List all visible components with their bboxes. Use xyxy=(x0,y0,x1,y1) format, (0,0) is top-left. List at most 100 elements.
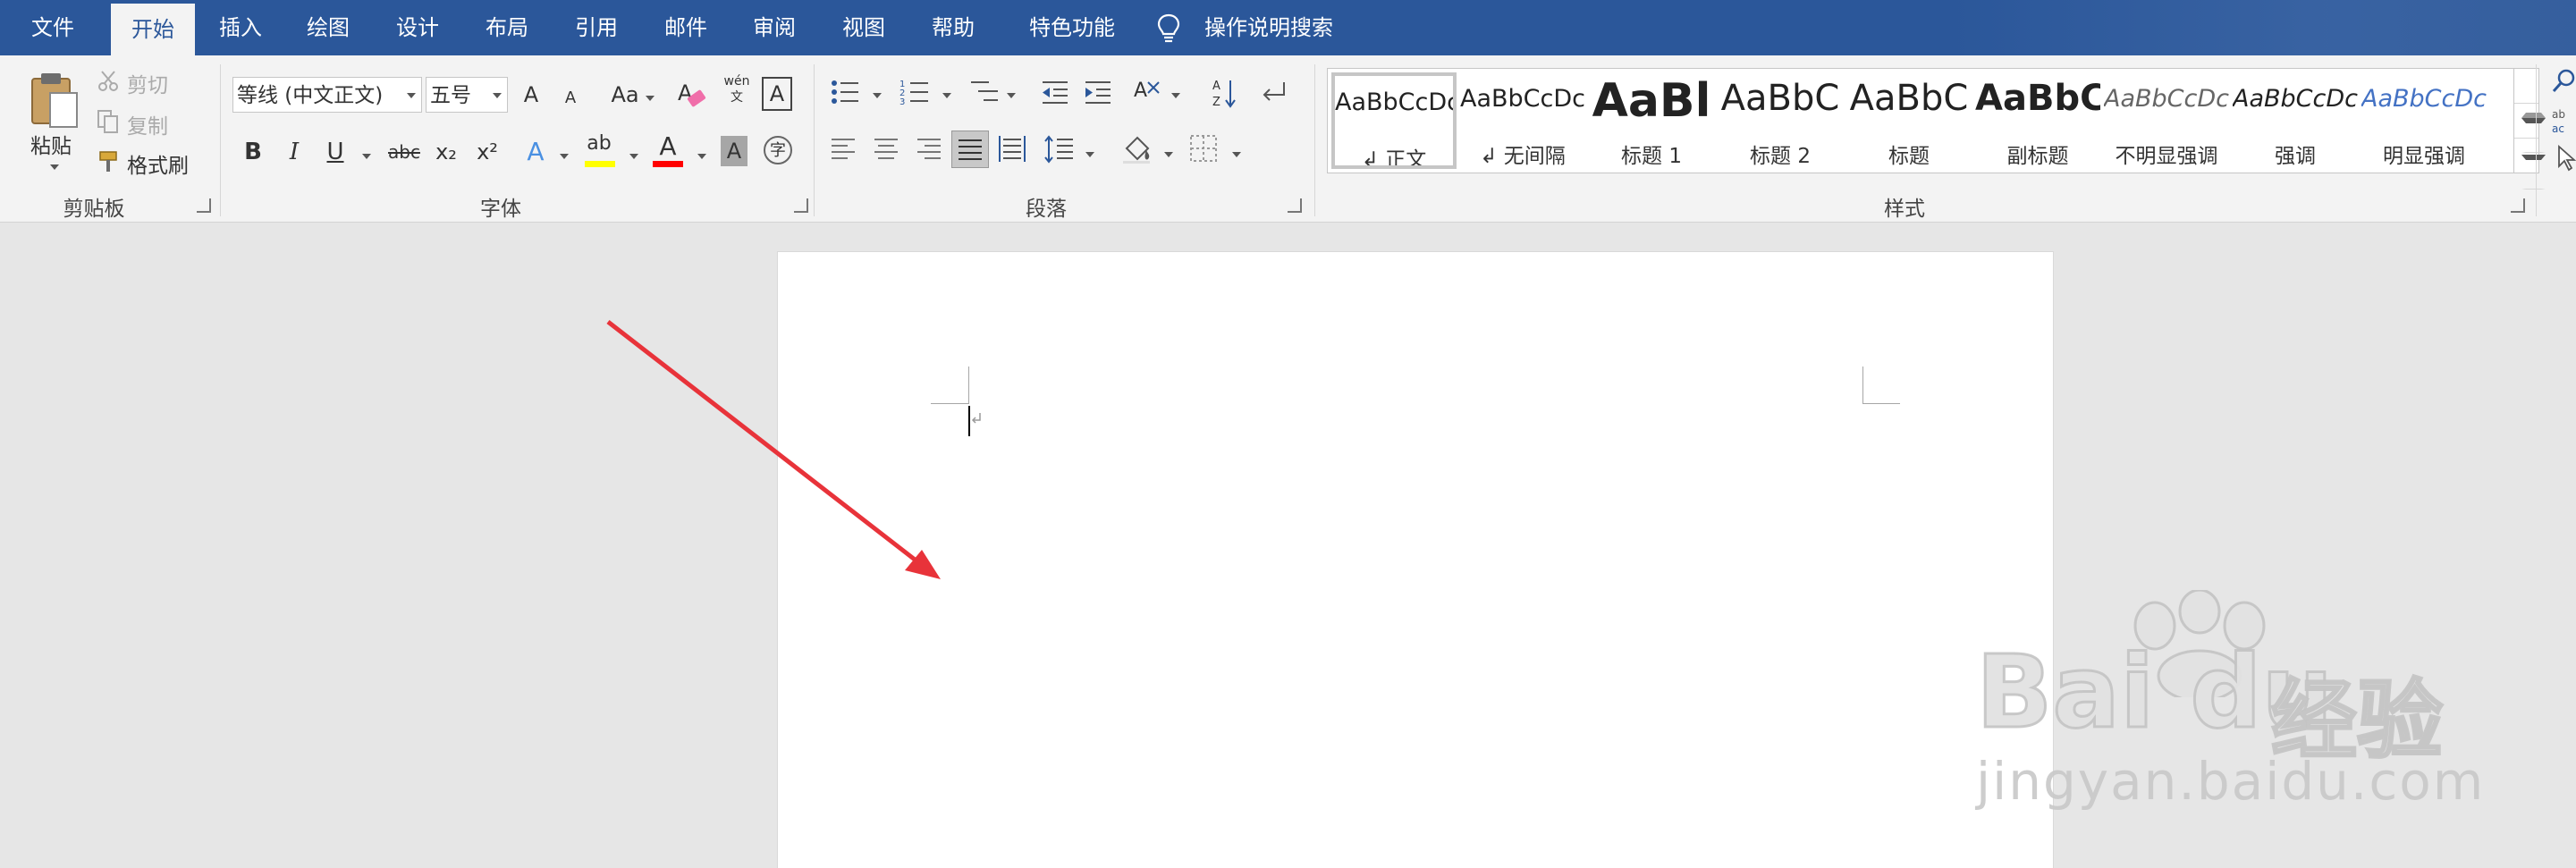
tab-insert[interactable]: 插入 xyxy=(202,0,279,55)
multilevel-list-icon[interactable] xyxy=(969,77,1000,107)
increase-indent-icon[interactable] xyxy=(1084,79,1112,105)
chevron-down-icon[interactable] xyxy=(697,154,706,159)
show-paragraph-marks-icon[interactable] xyxy=(1257,79,1288,105)
bold-button[interactable]: B xyxy=(240,134,266,170)
character-shading-button[interactable]: A xyxy=(721,136,747,166)
decrease-indent-icon[interactable] xyxy=(1041,79,1069,105)
change-case-button[interactable]: Aa xyxy=(604,77,646,113)
sort-icon[interactable]: A Z xyxy=(1211,77,1237,109)
style-intense-emphasis[interactable]: AaBbCcDc 明显强调 xyxy=(2361,72,2487,169)
font-size-select[interactable]: 五号 xyxy=(426,77,508,113)
find-icon[interactable] xyxy=(2550,68,2576,95)
chinese-layout-icon[interactable]: A xyxy=(1132,77,1164,107)
tab-help[interactable]: 帮助 xyxy=(915,0,992,55)
chevron-down-icon[interactable] xyxy=(942,93,951,98)
tab-file[interactable]: 文件 xyxy=(13,0,93,55)
menu-bar: 文件 开始 插入 绘图 设计 布局 引用 邮件 审阅 视图 帮助 特色功能 操作… xyxy=(0,0,2576,55)
align-left-icon[interactable] xyxy=(830,136,857,163)
gallery-scroll-up[interactable] xyxy=(2514,69,2546,118)
style-subtitle[interactable]: AaBbC 副标题 xyxy=(1975,72,2100,169)
distributed-icon[interactable] xyxy=(998,134,1026,164)
tab-view[interactable]: 视图 xyxy=(825,0,902,55)
style-emphasis[interactable]: AaBbCcDc 强调 xyxy=(2233,72,2358,169)
phonetic-guide-button[interactable]: wén 文 xyxy=(721,73,753,109)
style-preview: AaBbC xyxy=(1720,78,1840,119)
subscript-button[interactable]: x₂ xyxy=(431,134,461,170)
copy-button[interactable]: 复制 xyxy=(127,109,168,139)
tell-me-search[interactable]: 操作说明搜索 xyxy=(1156,0,1333,55)
align-right-icon[interactable] xyxy=(916,136,942,163)
tab-home[interactable]: 开始 xyxy=(111,4,195,55)
chevron-down-icon[interactable] xyxy=(362,154,371,159)
margin-mark xyxy=(1862,367,1863,404)
shrink-font-button[interactable]: A xyxy=(558,80,583,116)
chevron-down-icon[interactable] xyxy=(873,93,882,98)
tab-design[interactable]: 设计 xyxy=(379,0,456,55)
line-spacing-icon[interactable] xyxy=(1044,134,1075,164)
chevron-down-icon[interactable] xyxy=(1007,93,1016,98)
align-center-icon[interactable] xyxy=(873,136,899,163)
tab-mailings[interactable]: 邮件 xyxy=(647,0,724,55)
select-icon[interactable] xyxy=(2555,145,2576,172)
style-title[interactable]: AaBbC 标题 xyxy=(1846,72,1972,169)
style-preview: AaBbCcDc xyxy=(1335,88,1453,116)
margin-mark xyxy=(1862,403,1900,404)
style-normal[interactable]: AaBbCcDc ↲ 正文 xyxy=(1331,72,1457,169)
svg-text:ac: ac xyxy=(2552,122,2564,134)
paragraph-launcher-icon[interactable] xyxy=(1288,198,1302,213)
margin-mark xyxy=(968,367,969,404)
text-effects-button[interactable]: A xyxy=(522,134,549,170)
gallery-more[interactable] xyxy=(2514,139,2546,190)
chevron-down-icon[interactable] xyxy=(1232,152,1241,157)
underline-button[interactable]: U xyxy=(322,134,349,170)
style-no-spacing[interactable]: AaBbCcDc ↲ 无间隔 xyxy=(1460,72,1585,169)
tab-review[interactable]: 审阅 xyxy=(736,0,813,55)
paragraph-group-label: 段落 xyxy=(1026,198,1067,221)
enclose-characters-button[interactable]: 字 xyxy=(764,136,792,164)
paste-button[interactable]: 粘贴 xyxy=(30,129,72,159)
paste-dropdown-icon[interactable] xyxy=(50,164,59,170)
highlight-color-swatch xyxy=(585,161,615,167)
chevron-down-icon[interactable] xyxy=(646,96,655,101)
style-heading-1[interactable]: AaBl 标题 1 xyxy=(1589,72,1714,169)
style-heading-2[interactable]: AaBbC 标题 2 xyxy=(1718,72,1843,169)
font-color-button[interactable]: A xyxy=(653,129,683,164)
styles-launcher-icon[interactable] xyxy=(2511,198,2525,213)
tab-draw[interactable]: 绘图 xyxy=(290,0,367,55)
tab-references[interactable]: 引用 xyxy=(558,0,635,55)
style-subtle-emphasis[interactable]: AaBbCcDc 不明显强调 xyxy=(2104,72,2229,169)
clipboard-launcher-icon[interactable] xyxy=(197,198,211,213)
justify-button[interactable] xyxy=(951,131,989,168)
tab-special-features[interactable]: 特色功能 xyxy=(1014,0,1130,55)
style-name: 标题 xyxy=(1888,145,1930,168)
tab-layout[interactable]: 布局 xyxy=(469,0,545,55)
character-border-button[interactable]: A xyxy=(762,77,792,111)
numbering-icon[interactable]: 1 2 3 xyxy=(899,77,930,107)
format-painter-button[interactable]: 格式刷 xyxy=(127,148,189,179)
paste-icon[interactable] xyxy=(25,68,82,131)
superscript-button[interactable]: x² xyxy=(472,134,503,170)
font-launcher-icon[interactable] xyxy=(794,198,808,213)
shading-icon[interactable] xyxy=(1121,132,1153,164)
grow-font-button[interactable]: A xyxy=(517,77,545,113)
bullets-icon[interactable] xyxy=(830,77,860,107)
chevron-down-icon[interactable] xyxy=(1171,93,1180,98)
cut-button[interactable]: 剪切 xyxy=(127,68,168,98)
watermark-url: jingyan.baidu.com xyxy=(1976,751,2486,812)
style-preview: AaBbC xyxy=(1849,78,1969,119)
group-divider xyxy=(220,64,221,216)
replace-icon[interactable]: ab ac xyxy=(2552,107,2576,134)
document-page[interactable] xyxy=(777,251,2054,868)
style-name: 副标题 xyxy=(2006,145,2069,168)
style-name: 标题 1 xyxy=(1621,145,1682,168)
chevron-down-icon[interactable] xyxy=(629,154,638,159)
chevron-down-icon[interactable] xyxy=(1085,152,1094,157)
italic-button[interactable]: I xyxy=(281,134,308,170)
chevron-down-icon[interactable] xyxy=(1164,152,1173,157)
strikethrough-button[interactable]: abc xyxy=(384,134,424,170)
gallery-scroll-down[interactable] xyxy=(2514,104,2546,153)
chevron-down-icon[interactable] xyxy=(560,154,569,159)
font-name-select[interactable]: 等线 (中文正文) xyxy=(232,77,422,113)
clear-formatting-icon[interactable]: A xyxy=(676,79,706,111)
borders-icon[interactable] xyxy=(1189,134,1218,163)
